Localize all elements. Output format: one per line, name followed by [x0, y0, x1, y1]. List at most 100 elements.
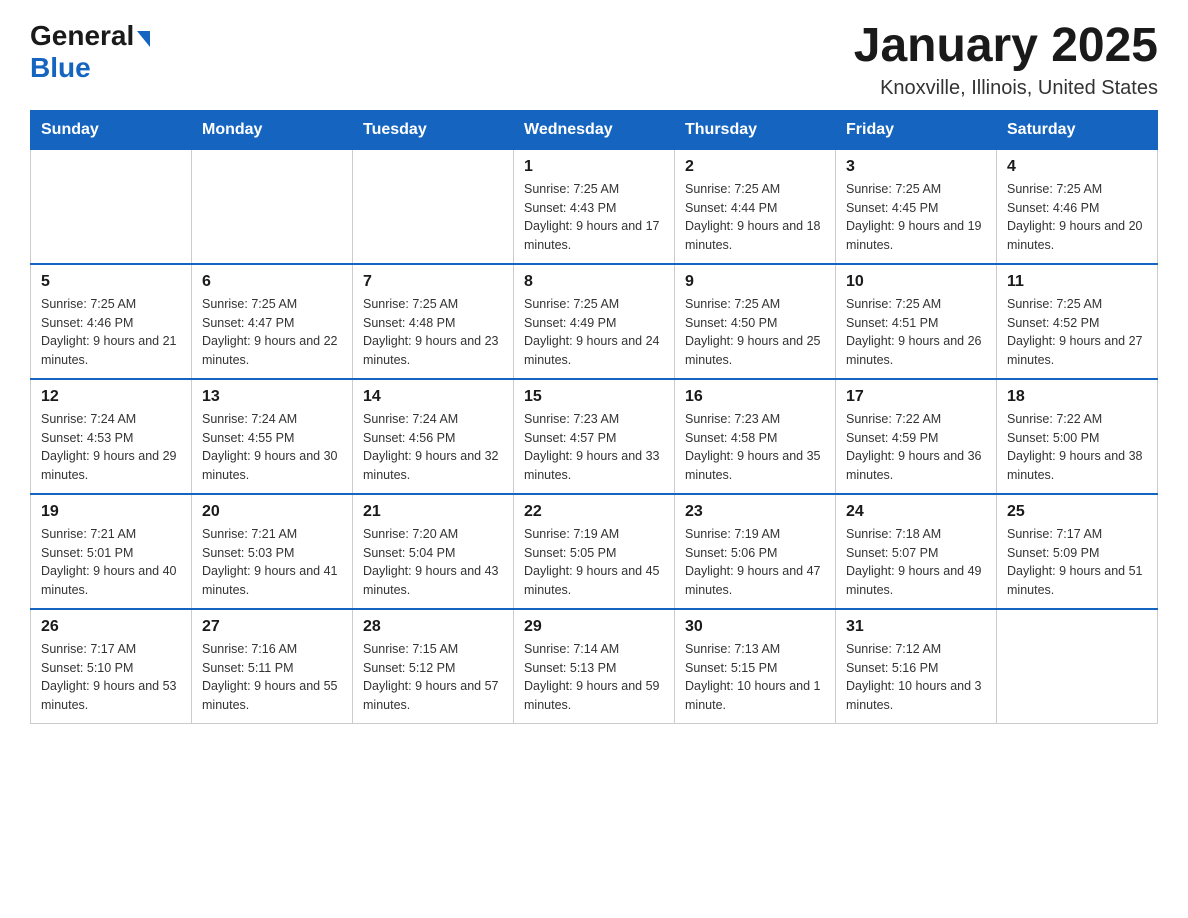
- page-header: General Blue January 2025 Knoxville, Ill…: [30, 20, 1158, 100]
- day-info: Sunrise: 7:19 AM Sunset: 5:05 PM Dayligh…: [524, 525, 664, 600]
- day-info: Sunrise: 7:19 AM Sunset: 5:06 PM Dayligh…: [685, 525, 825, 600]
- calendar-cell: 24Sunrise: 7:18 AM Sunset: 5:07 PM Dayli…: [836, 494, 997, 609]
- calendar-cell: 20 Sunrise: 7:21 AM Sunset: 5:03 PM Dayli…: [192, 494, 353, 609]
- calendar-cell: 1 Sunrise: 7:25 AM Sunset: 4:43 PM Daylig…: [514, 149, 675, 264]
- day-number: 4: [1007, 158, 1147, 176]
- day-number: 27: [202, 618, 342, 636]
- column-header-thursday: Thursday: [675, 110, 836, 149]
- column-header-sunday: Sunday: [31, 110, 192, 149]
- day-info: Sunrise: 7:16 AM Sunset: 5:11 PM Dayligh…: [202, 640, 342, 715]
- day-info: Sunrise: 7:15 AM Sunset: 5:12 PM Dayligh…: [363, 640, 503, 715]
- day-number: 25: [1007, 503, 1147, 521]
- day-info: Sunrise: 7:23 AM Sunset: 4:58 PM Dayligh…: [685, 410, 825, 485]
- column-header-monday: Monday: [192, 110, 353, 149]
- day-info: Sunrise: 7:25 AM Sunset: 4:43 PM Dayligh…: [524, 180, 664, 255]
- calendar-cell: 2 Sunrise: 7:25 AM Sunset: 4:44 PM Daylig…: [675, 149, 836, 264]
- calendar-cell: 23 Sunrise: 7:19 AM Sunset: 5:06 PM Dayli…: [675, 494, 836, 609]
- day-info: Sunrise: 7:22 AM Sunset: 4:59 PM Dayligh…: [846, 410, 986, 485]
- column-header-wednesday: Wednesday: [514, 110, 675, 149]
- day-number: 29: [524, 618, 664, 636]
- logo-general: General: [30, 20, 134, 52]
- calendar-cell: 8 Sunrise: 7:25 AM Sunset: 4:49 PM Daylig…: [514, 264, 675, 379]
- calendar-cell: 17 Sunrise: 7:22 AM Sunset: 4:59 PM Dayli…: [836, 379, 997, 494]
- calendar-cell: 28 Sunrise: 7:15 AM Sunset: 5:12 PM Dayli…: [353, 609, 514, 724]
- calendar-cell: 16 Sunrise: 7:23 AM Sunset: 4:58 PM Dayli…: [675, 379, 836, 494]
- logo: General Blue: [30, 20, 150, 84]
- day-number: 1: [524, 158, 664, 176]
- calendar-cell: 6 Sunrise: 7:25 AM Sunset: 4:47 PM Daylig…: [192, 264, 353, 379]
- calendar-cell: 9 Sunrise: 7:25 AM Sunset: 4:50 PM Daylig…: [675, 264, 836, 379]
- calendar-week-row: 12 Sunrise: 7:24 AM Sunset: 4:53 PM Dayli…: [31, 379, 1158, 494]
- location: Knoxville, Illinois, United States: [854, 77, 1158, 100]
- day-number: 22: [524, 503, 664, 521]
- day-number: 2: [685, 158, 825, 176]
- logo-blue: Blue: [30, 52, 91, 83]
- day-info: Sunrise: 7:13 AM Sunset: 5:15 PM Dayligh…: [685, 640, 825, 715]
- calendar-header-row: SundayMondayTuesdayWednesdayThursdayFrid…: [31, 110, 1158, 149]
- day-number: 16: [685, 388, 825, 406]
- calendar-week-row: 19 Sunrise: 7:21 AM Sunset: 5:01 PM Dayli…: [31, 494, 1158, 609]
- calendar-week-row: 26 Sunrise: 7:17 AM Sunset: 5:10 PM Dayli…: [31, 609, 1158, 724]
- calendar-cell: 3 Sunrise: 7:25 AM Sunset: 4:45 PM Daylig…: [836, 149, 997, 264]
- day-number: 23: [685, 503, 825, 521]
- title-block: January 2025 Knoxville, Illinois, United…: [854, 20, 1158, 100]
- day-number: 10: [846, 273, 986, 291]
- day-info: Sunrise: 7:22 AM Sunset: 5:00 PM Dayligh…: [1007, 410, 1147, 485]
- calendar-table: SundayMondayTuesdayWednesdayThursdayFrid…: [30, 110, 1158, 724]
- column-header-tuesday: Tuesday: [353, 110, 514, 149]
- day-info: Sunrise: 7:25 AM Sunset: 4:46 PM Dayligh…: [41, 295, 181, 370]
- calendar-cell: 29 Sunrise: 7:14 AM Sunset: 5:13 PM Dayli…: [514, 609, 675, 724]
- calendar-cell: 7 Sunrise: 7:25 AM Sunset: 4:48 PM Daylig…: [353, 264, 514, 379]
- calendar-cell: [192, 149, 353, 264]
- day-info: Sunrise: 7:25 AM Sunset: 4:46 PM Dayligh…: [1007, 180, 1147, 255]
- calendar-cell: 11 Sunrise: 7:25 AM Sunset: 4:52 PM Dayli…: [997, 264, 1158, 379]
- day-number: 21: [363, 503, 503, 521]
- day-number: 20: [202, 503, 342, 521]
- day-number: 6: [202, 273, 342, 291]
- day-info: Sunrise: 7:17 AM Sunset: 5:09 PM Dayligh…: [1007, 525, 1147, 600]
- calendar-cell: 31 Sunrise: 7:12 AM Sunset: 5:16 PM Dayli…: [836, 609, 997, 724]
- calendar-cell: 18Sunrise: 7:22 AM Sunset: 5:00 PM Dayli…: [997, 379, 1158, 494]
- day-number: 3: [846, 158, 986, 176]
- day-number: 14: [363, 388, 503, 406]
- day-number: 8: [524, 273, 664, 291]
- day-info: Sunrise: 7:24 AM Sunset: 4:56 PM Dayligh…: [363, 410, 503, 485]
- day-info: Sunrise: 7:25 AM Sunset: 4:50 PM Dayligh…: [685, 295, 825, 370]
- day-number: 11: [1007, 273, 1147, 291]
- calendar-cell: 25 Sunrise: 7:17 AM Sunset: 5:09 PM Dayli…: [997, 494, 1158, 609]
- day-number: 5: [41, 273, 181, 291]
- day-number: 19: [41, 503, 181, 521]
- calendar-cell: 14 Sunrise: 7:24 AM Sunset: 4:56 PM Dayli…: [353, 379, 514, 494]
- calendar-cell: 30 Sunrise: 7:13 AM Sunset: 5:15 PM Dayli…: [675, 609, 836, 724]
- day-info: Sunrise: 7:17 AM Sunset: 5:10 PM Dayligh…: [41, 640, 181, 715]
- day-number: 9: [685, 273, 825, 291]
- day-info: Sunrise: 7:25 AM Sunset: 4:47 PM Dayligh…: [202, 295, 342, 370]
- day-info: Sunrise: 7:12 AM Sunset: 5:16 PM Dayligh…: [846, 640, 986, 715]
- day-info: Sunrise: 7:25 AM Sunset: 4:44 PM Dayligh…: [685, 180, 825, 255]
- day-info: Sunrise: 7:21 AM Sunset: 5:03 PM Dayligh…: [202, 525, 342, 600]
- day-number: 12: [41, 388, 181, 406]
- day-info: Sunrise: 7:25 AM Sunset: 4:49 PM Dayligh…: [524, 295, 664, 370]
- calendar-cell: 22 Sunrise: 7:19 AM Sunset: 5:05 PM Dayli…: [514, 494, 675, 609]
- calendar-cell: [997, 609, 1158, 724]
- day-info: Sunrise: 7:25 AM Sunset: 4:48 PM Dayligh…: [363, 295, 503, 370]
- day-info: Sunrise: 7:14 AM Sunset: 5:13 PM Dayligh…: [524, 640, 664, 715]
- day-number: 28: [363, 618, 503, 636]
- calendar-cell: [353, 149, 514, 264]
- day-number: 7: [363, 273, 503, 291]
- day-info: Sunrise: 7:21 AM Sunset: 5:01 PM Dayligh…: [41, 525, 181, 600]
- day-info: Sunrise: 7:25 AM Sunset: 4:45 PM Dayligh…: [846, 180, 986, 255]
- day-number: 31: [846, 618, 986, 636]
- day-number: 17: [846, 388, 986, 406]
- month-title: January 2025: [854, 20, 1158, 73]
- day-number: 26: [41, 618, 181, 636]
- day-info: Sunrise: 7:24 AM Sunset: 4:53 PM Dayligh…: [41, 410, 181, 485]
- day-number: 30: [685, 618, 825, 636]
- day-info: Sunrise: 7:24 AM Sunset: 4:55 PM Dayligh…: [202, 410, 342, 485]
- logo-arrow-icon: [137, 31, 150, 47]
- calendar-cell: 27 Sunrise: 7:16 AM Sunset: 5:11 PM Dayli…: [192, 609, 353, 724]
- calendar-cell: 19 Sunrise: 7:21 AM Sunset: 5:01 PM Dayli…: [31, 494, 192, 609]
- day-info: Sunrise: 7:25 AM Sunset: 4:52 PM Dayligh…: [1007, 295, 1147, 370]
- calendar-cell: [31, 149, 192, 264]
- day-info: Sunrise: 7:25 AM Sunset: 4:51 PM Dayligh…: [846, 295, 986, 370]
